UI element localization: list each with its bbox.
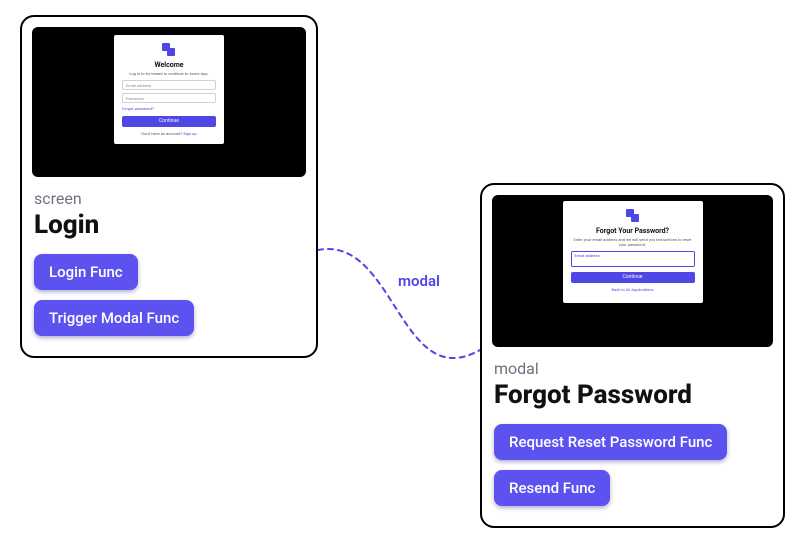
forgot-thumbnail: Forgot Your Password? Enter your email a… (492, 195, 773, 347)
thumb-back-link: Back to All Applications (571, 287, 695, 292)
card-title: Login (34, 210, 304, 240)
forgot-card: Forgot Your Password? Enter your email a… (480, 183, 785, 528)
thumb-password-input: Password (122, 93, 216, 103)
thumb-forgot-link: Forgot password? (122, 106, 216, 111)
thumb-subtitle: Enter your email address and we will sen… (571, 237, 695, 247)
trigger-modal-func-button[interactable]: Trigger Modal Func (34, 300, 194, 336)
forgot-thumbnail-form: Forgot Your Password? Enter your email a… (563, 201, 703, 303)
card-type-label: screen (34, 189, 304, 208)
request-reset-func-button[interactable]: Request Reset Password Func (494, 424, 727, 460)
thumb-email-input: Email address (571, 251, 695, 267)
thumb-continue-button: Continue (122, 116, 216, 127)
connector-label: modal (398, 272, 440, 290)
thumb-heading: Welcome (122, 61, 216, 69)
login-card: Welcome Log in to try-tenant to continue… (20, 15, 318, 358)
thumb-subtitle: Log in to try-tenant to continue to Acme… (122, 71, 216, 76)
resend-func-button[interactable]: Resend Func (494, 470, 610, 506)
card-type-label: modal (494, 359, 771, 378)
logo-icon (162, 43, 176, 57)
login-thumbnail: Welcome Log in to try-tenant to continue… (32, 27, 306, 177)
diagram-canvas: modal Welcome Log in to try-tenant to co… (0, 0, 806, 550)
thumb-heading: Forgot Your Password? (571, 227, 695, 235)
login-thumbnail-form: Welcome Log in to try-tenant to continue… (114, 35, 224, 144)
card-title: Forgot Password (494, 380, 771, 410)
thumb-continue-button: Continue (571, 272, 695, 283)
logo-icon (626, 209, 640, 223)
thumb-email-input: Email address (122, 80, 216, 90)
login-func-button[interactable]: Login Func (34, 254, 138, 290)
thumb-footer: Don't have an account? Sign up (122, 131, 216, 136)
